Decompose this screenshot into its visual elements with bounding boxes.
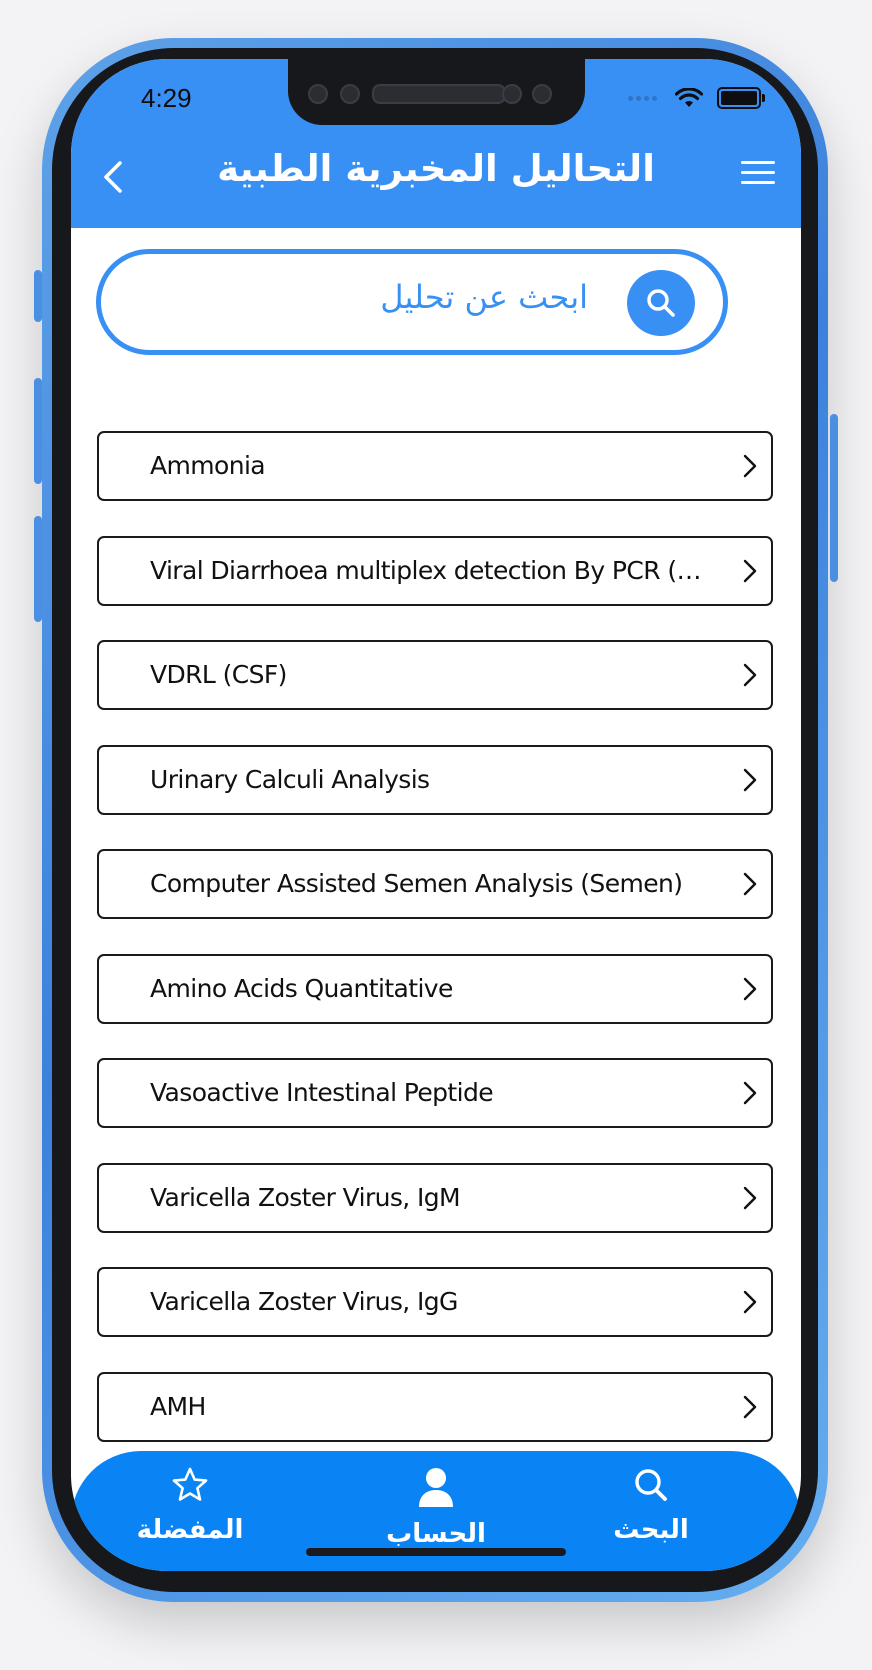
- list-item-label: Viral Diarrhoea multiplex detection By P…: [150, 556, 710, 585]
- chevron-right-icon: [743, 1395, 757, 1419]
- list-item-label: Urinary Calculi Analysis: [150, 765, 430, 794]
- chevron-right-icon: [743, 663, 757, 687]
- volume-down-button: [34, 516, 42, 622]
- list-item[interactable]: Viral Diarrhoea multiplex detection By P…: [97, 536, 773, 606]
- list-item[interactable]: Urinary Calculi Analysis: [97, 745, 773, 815]
- chevron-right-icon: [743, 872, 757, 896]
- wifi-icon: [675, 88, 703, 107]
- volume-up-button: [34, 378, 42, 484]
- chevron-right-icon: [743, 1081, 757, 1105]
- list-item-label: Computer Assisted Semen Analysis (Semen): [150, 869, 683, 898]
- star-icon: [172, 1467, 208, 1501]
- list-item-label: Vasoactive Intestinal Peptide: [150, 1078, 494, 1107]
- tab-favorites-label: المفضلة: [136, 1515, 244, 1545]
- user-icon: [419, 1468, 453, 1507]
- page-title: التحاليل المخبرية الطبية: [217, 147, 655, 190]
- status-time: 4:29: [141, 83, 192, 113]
- status-indicators: [628, 87, 765, 109]
- search-button[interactable]: [627, 270, 695, 336]
- list-item-label: Varicella Zoster Virus, IgM: [150, 1183, 461, 1212]
- search-icon: [635, 1469, 667, 1501]
- tab-account[interactable]: الحساب: [356, 1465, 516, 1549]
- battery-icon: [717, 87, 765, 109]
- tab-search-label: البحث: [613, 1515, 689, 1545]
- tab-account-label: الحساب: [386, 1519, 486, 1549]
- tab-search[interactable]: البحث: [571, 1465, 731, 1545]
- chevron-right-icon: [743, 1186, 757, 1210]
- app-header: 4:29 التحاليل المخبرية الطبية: [71, 59, 801, 228]
- list-item[interactable]: Varicella Zoster Virus, IgM: [97, 1163, 773, 1233]
- mute-switch: [34, 270, 42, 322]
- list-item-label: VDRL (CSF): [150, 660, 287, 689]
- list-item-label: Ammonia: [150, 451, 266, 480]
- list-item-label: Varicella Zoster Virus, IgG: [150, 1287, 458, 1316]
- device-notch: [288, 59, 585, 125]
- chevron-right-icon: [743, 1290, 757, 1314]
- list-item[interactable]: Varicella Zoster Virus, IgG: [97, 1267, 773, 1337]
- search-bar[interactable]: ابحث عن تحليل: [96, 249, 728, 355]
- hamburger-menu-icon[interactable]: [741, 159, 777, 187]
- tab-favorites[interactable]: المفضلة: [110, 1465, 270, 1545]
- list-item-label: Amino Acids Quantitative: [150, 974, 453, 1003]
- power-button: [830, 414, 838, 582]
- home-indicator: [306, 1548, 566, 1556]
- chevron-right-icon: [743, 977, 757, 1001]
- list-item[interactable]: Amino Acids Quantitative: [97, 954, 773, 1024]
- chevron-right-icon: [743, 454, 757, 478]
- list-item[interactable]: Computer Assisted Semen Analysis (Semen): [97, 849, 773, 919]
- list-item[interactable]: Vasoactive Intestinal Peptide: [97, 1058, 773, 1128]
- list-item[interactable]: AMH: [97, 1372, 773, 1442]
- list-item[interactable]: Ammonia: [97, 431, 773, 501]
- search-icon: [647, 289, 675, 317]
- list-item[interactable]: VDRL (CSF): [97, 640, 773, 710]
- app-screen: 4:29 التحاليل المخبرية الطبية ابحث عن تح…: [71, 59, 801, 1571]
- search-placeholder[interactable]: ابحث عن تحليل: [380, 278, 588, 316]
- chevron-right-icon: [743, 559, 757, 583]
- signal-icon: [628, 95, 657, 101]
- list-item-label: AMH: [150, 1392, 206, 1421]
- chevron-right-icon: [743, 768, 757, 792]
